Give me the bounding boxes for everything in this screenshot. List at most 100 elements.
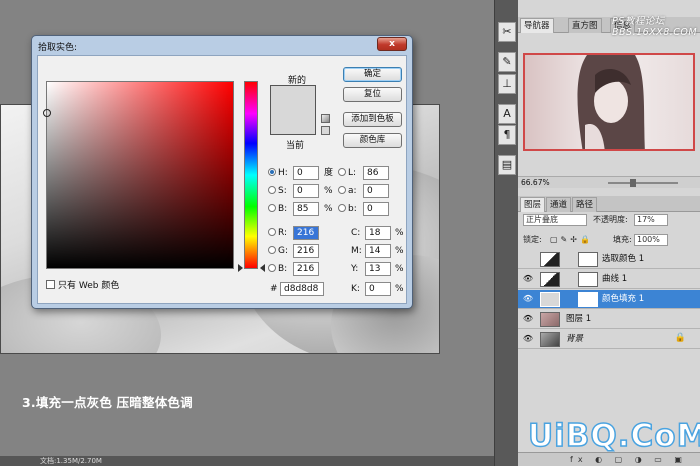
color-field-marker[interactable] bbox=[43, 109, 51, 117]
blue-label: B: bbox=[278, 264, 288, 274]
web-colors-only-checkbox[interactable]: 只有 Web 颜色 bbox=[46, 278, 119, 291]
eye-icon[interactable]: 👁 bbox=[522, 333, 534, 345]
right-panels: 导航器 直方图 信息 66.67% 图层 通道 路径 正片叠底 不透明度: 17… bbox=[518, 0, 700, 466]
eye-icon[interactable]: 👁 bbox=[522, 313, 534, 325]
watermark-top: PS教程论坛 BBS.16XX8.COM bbox=[612, 16, 698, 38]
lab-b-label: b: bbox=[348, 204, 357, 214]
layer-row[interactable]: 选取颜色 1 bbox=[518, 250, 700, 269]
panel-icon[interactable]: ▤ bbox=[498, 155, 516, 175]
blend-mode-select[interactable]: 正片叠底 bbox=[523, 214, 587, 226]
blue-row: B: 216 bbox=[268, 262, 338, 276]
reset-button[interactable]: 复位 bbox=[343, 87, 402, 102]
zoom-value[interactable]: 66.67% bbox=[521, 178, 550, 187]
yellow-row: Y: 13 % bbox=[351, 262, 405, 276]
paragraph-icon[interactable]: ¶ bbox=[498, 125, 516, 145]
black-field[interactable]: 0 bbox=[365, 282, 391, 296]
layer-row[interactable]: 👁 颜色填充 1 bbox=[518, 290, 700, 309]
saturation-field[interactable]: 0 bbox=[293, 184, 319, 198]
yellow-label: Y: bbox=[351, 264, 359, 274]
current-color-label: 当前 bbox=[286, 141, 305, 151]
stamp-icon[interactable]: ⊥ bbox=[498, 74, 516, 94]
hue-arrow-left[interactable] bbox=[238, 264, 243, 272]
layer-mask-thumb bbox=[578, 292, 598, 307]
brightness-field[interactable]: 85 bbox=[293, 202, 319, 216]
green-field[interactable]: 216 bbox=[293, 244, 319, 258]
gamut-warning-icon[interactable] bbox=[321, 114, 330, 123]
red-field[interactable]: 216 bbox=[293, 226, 319, 240]
close-button[interactable]: x bbox=[377, 37, 407, 51]
layer-name: 曲线 1 bbox=[602, 274, 628, 284]
hue-slider[interactable] bbox=[244, 81, 258, 269]
yellow-field[interactable]: 13 bbox=[365, 262, 391, 276]
checkbox-box[interactable] bbox=[46, 280, 55, 289]
red-radio[interactable] bbox=[268, 228, 276, 236]
tab-paths[interactable]: 路径 bbox=[572, 197, 598, 212]
layers-footer-icons[interactable]: fx ◐ ▢ ◑ ▭ ▣ 🗑 bbox=[518, 452, 700, 466]
brightness-radio[interactable] bbox=[268, 204, 276, 212]
fill-field[interactable]: 100% bbox=[634, 234, 668, 246]
percent-unit: % bbox=[395, 246, 404, 256]
lab-l-radio[interactable] bbox=[338, 168, 346, 176]
percent-unit: % bbox=[324, 204, 333, 214]
layer-row[interactable]: 👁 图层 1 bbox=[518, 310, 700, 329]
cyan-field[interactable]: 18 bbox=[365, 226, 391, 240]
watermark-logo: UiBQ.CoM bbox=[527, 417, 700, 455]
magenta-field[interactable]: 14 bbox=[365, 244, 391, 258]
hue-arrow-right[interactable] bbox=[260, 264, 265, 272]
layer-row[interactable]: 👁 曲线 1 bbox=[518, 270, 700, 289]
eye-icon[interactable]: 👁 bbox=[522, 293, 534, 305]
opacity-field[interactable]: 17% bbox=[634, 214, 668, 226]
black-row: K: 0 % bbox=[351, 282, 405, 296]
hex-row: # d8d8d8 bbox=[270, 282, 340, 296]
green-radio[interactable] bbox=[268, 246, 276, 254]
layer-name: 选取颜色 1 bbox=[602, 254, 645, 264]
web-safe-warning-icon[interactable] bbox=[321, 126, 330, 135]
saturation-radio[interactable] bbox=[268, 186, 276, 194]
tab-navigator[interactable]: 导航器 bbox=[520, 18, 554, 33]
blue-field[interactable]: 216 bbox=[293, 262, 319, 276]
hue-field[interactable]: 0 bbox=[293, 166, 319, 180]
saturation-brightness-field[interactable] bbox=[43, 81, 234, 269]
green-row: G: 216 bbox=[268, 244, 338, 258]
color-libraries-button[interactable]: 颜色库 bbox=[343, 133, 402, 148]
layer-thumb bbox=[540, 312, 560, 327]
eye-icon[interactable]: 👁 bbox=[522, 273, 534, 285]
tutorial-caption: 3.填充一点灰色 压暗整体色调 bbox=[22, 395, 193, 410]
zoom-slider-handle[interactable] bbox=[630, 179, 636, 187]
black-label: K: bbox=[351, 284, 360, 294]
layer-name: 颜色填充 1 bbox=[602, 294, 645, 304]
hue-radio[interactable] bbox=[268, 168, 276, 176]
tab-channels[interactable]: 通道 bbox=[546, 197, 572, 212]
dialog-body: 只有 Web 颜色 新的 当前 确定 复位 添加到色板 颜色库 H: 0 度 S… bbox=[37, 55, 407, 304]
ok-button[interactable]: 确定 bbox=[343, 67, 402, 82]
lab-b-radio[interactable] bbox=[338, 204, 346, 212]
saturation-row: S: 0 % bbox=[268, 184, 338, 198]
red-row: R: 216 bbox=[268, 226, 338, 240]
visibility-toggle[interactable] bbox=[522, 253, 534, 265]
zoom-slider-track[interactable] bbox=[608, 182, 678, 184]
tab-histogram[interactable]: 直方图 bbox=[568, 18, 602, 33]
layer-row[interactable]: 👁 背景 🔒 bbox=[518, 330, 700, 349]
percent-unit: % bbox=[395, 284, 404, 294]
lab-l-row: L: 86 bbox=[338, 166, 402, 180]
text-icon[interactable]: A bbox=[498, 104, 516, 124]
red-label: R: bbox=[278, 228, 288, 238]
lab-l-field[interactable]: 86 bbox=[363, 166, 389, 180]
add-to-swatches-button[interactable]: 添加到色板 bbox=[343, 112, 402, 127]
opacity-label: 不透明度: bbox=[593, 215, 628, 224]
lab-b-field[interactable]: 0 bbox=[363, 202, 389, 216]
brush-icon[interactable]: ✎ bbox=[498, 52, 516, 72]
blue-radio[interactable] bbox=[268, 264, 276, 272]
layer-mask-thumb bbox=[578, 272, 598, 287]
tab-layers[interactable]: 图层 bbox=[520, 197, 546, 212]
lab-a-field[interactable]: 0 bbox=[363, 184, 389, 198]
lab-a-radio[interactable] bbox=[338, 186, 346, 194]
adjustment-icon bbox=[540, 252, 560, 267]
navigator-thumbnail[interactable] bbox=[523, 53, 695, 151]
status-bar: 文档:1.35M/2.70M bbox=[0, 456, 494, 466]
scissors-icon[interactable]: ✂ bbox=[498, 22, 516, 42]
lock-icons[interactable]: ▢✎✢🔒 bbox=[550, 233, 593, 247]
fill-label: 填充: bbox=[613, 235, 632, 244]
hex-field[interactable]: d8d8d8 bbox=[280, 282, 324, 296]
layer-mask-thumb bbox=[578, 252, 598, 267]
